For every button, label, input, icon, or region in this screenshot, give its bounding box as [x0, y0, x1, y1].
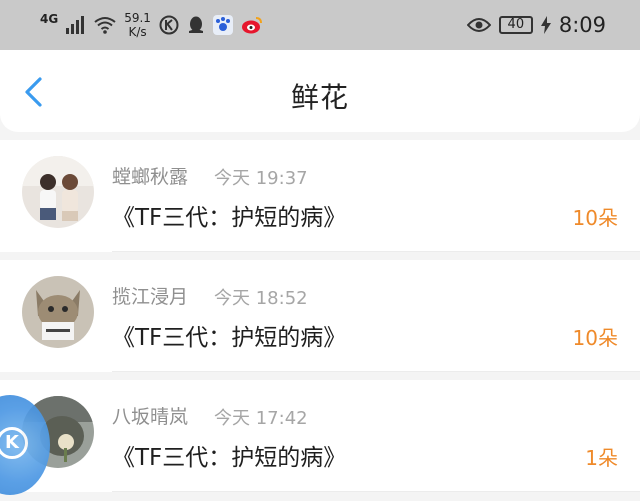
- battery-level: 40: [507, 17, 525, 32]
- status-left: 4G 59.1 K/s: [40, 0, 263, 50]
- avatar-image: [22, 156, 94, 228]
- book-title[interactable]: 《TF三代：护短的病》: [112, 198, 346, 232]
- list-item[interactable]: 揽江浸月 今天 18:52 《TF三代：护短的病》 10朵: [0, 260, 640, 372]
- k-app-icon: [159, 15, 179, 35]
- list-item[interactable]: 八坂晴岚 今天 17:42 《TF三代：护短的病》 1朵: [0, 380, 640, 492]
- row-divider: [112, 251, 640, 252]
- send-time: 今天 19:37: [214, 168, 308, 189]
- charging-icon: [540, 16, 551, 34]
- battery-icon: 40: [498, 16, 533, 34]
- status-right: 40 8:09: [466, 0, 606, 50]
- net-speed-value: 59.1: [124, 11, 151, 25]
- baidu-icon: [212, 15, 233, 35]
- sender-name: 八坂晴岚: [112, 406, 189, 428]
- wifi-icon: [94, 17, 116, 34]
- avatar[interactable]: [22, 276, 94, 348]
- row-divider: [112, 371, 640, 372]
- signal-icon: [66, 16, 85, 34]
- flower-count: 1朵: [585, 446, 618, 470]
- flower-count: 10朵: [572, 326, 618, 350]
- list-item[interactable]: 螳螂秋露 今天 19:37 《TF三代：护短的病》 10朵: [0, 140, 640, 252]
- app-header: 鲜花: [0, 50, 640, 132]
- sender-name: 螳螂秋露: [112, 166, 189, 188]
- weibo-icon: [241, 17, 262, 34]
- network-type: 4G: [40, 12, 59, 26]
- net-speed: 59.1 K/s: [124, 11, 151, 39]
- avatar[interactable]: [22, 156, 94, 228]
- book-title[interactable]: 《TF三代：护短的病》: [112, 318, 346, 352]
- send-time: 今天 18:52: [214, 288, 308, 309]
- net-speed-unit: K/s: [128, 25, 147, 39]
- qq-icon: [188, 16, 203, 33]
- status-bar: 4G 59.1 K/s 40 8:09: [0, 0, 640, 50]
- eye-icon: [466, 18, 491, 32]
- send-time: 今天 17:42: [214, 408, 308, 429]
- sender-name: 揽江浸月: [112, 286, 189, 308]
- clock: 8:09: [558, 13, 606, 37]
- flower-count: 10朵: [572, 206, 618, 230]
- row-divider: [112, 491, 640, 492]
- avatar-image: [22, 276, 94, 348]
- page-title: 鲜花: [290, 81, 349, 114]
- book-title[interactable]: 《TF三代：护短的病》: [112, 438, 346, 472]
- k-logo-icon: K: [0, 427, 28, 459]
